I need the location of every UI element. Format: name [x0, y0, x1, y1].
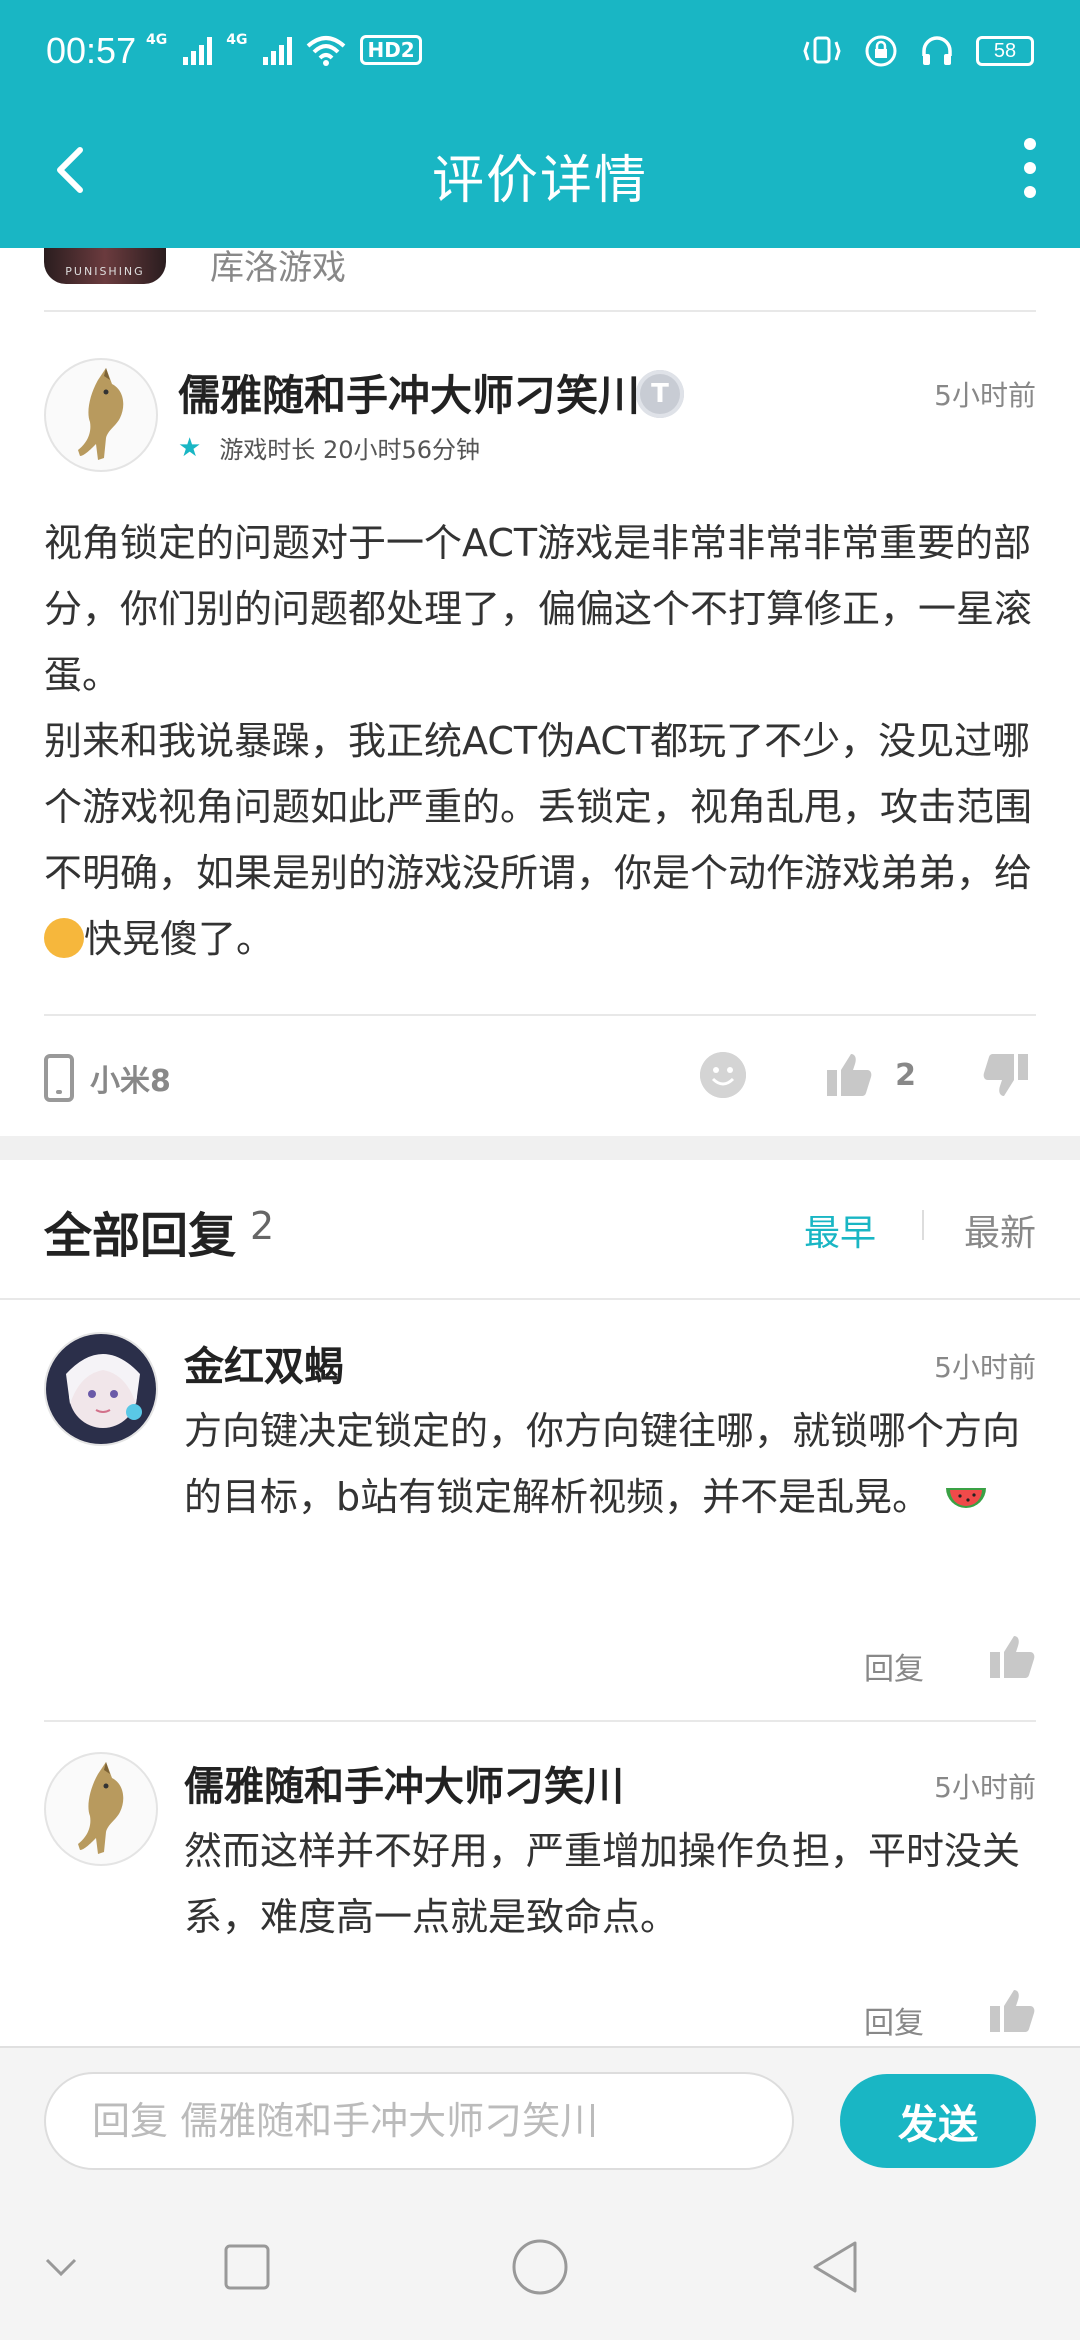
star-icon: ★: [178, 432, 202, 463]
thumbs-up-icon[interactable]: [988, 1634, 1036, 1680]
emoji-reaction-icon[interactable]: [700, 1052, 746, 1098]
reply-button[interactable]: 回复: [864, 1998, 924, 2042]
device-name: 小米8: [90, 1064, 171, 1099]
thumbs-down-icon[interactable]: [982, 1052, 1030, 1098]
divider: [0, 1298, 1080, 1300]
reply-author[interactable]: 金红双蝎: [184, 1334, 344, 1392]
thumbs-up-icon: [827, 1054, 872, 1096]
phone-icon: [44, 1054, 74, 1102]
network-type-2: 4G: [226, 32, 248, 48]
replies-heading: 全部回复: [44, 1208, 237, 1264]
review-body: 视角锁定的问题对于一个ACT游戏是非常非常非常重要的部分，你们别的问题都处理了，…: [44, 510, 1034, 972]
reply-text: 方向键决定锁定的，你方向键往哪，就锁哪个方向的目标，b站有锁定解析视频，并不是乱…: [184, 1398, 1034, 1530]
thumbs-up-icon[interactable]: [988, 1988, 1036, 2034]
network-indicators: 4G 4G HD2: [146, 32, 422, 66]
network-type-1: 4G: [146, 32, 168, 48]
reply-button[interactable]: 回复: [864, 1644, 924, 1688]
section-separator: [0, 1136, 1080, 1160]
reply-compose-bar: 回复 儒雅随和手冲大师刁笑川 发送: [0, 2046, 1080, 2192]
vibrate-icon: [803, 36, 841, 64]
back-nav-icon[interactable]: [800, 2232, 870, 2302]
headphones-icon: [922, 36, 952, 65]
system-navigation-bar: [0, 2192, 1080, 2340]
reply-time: 5小时前: [934, 1771, 1036, 1804]
replies-header: 全部回复 2 最早 最新: [44, 1196, 1036, 1276]
reply-time: 5小时前: [934, 1351, 1036, 1384]
reply-author[interactable]: 儒雅随和手冲大师刁笑川: [184, 1754, 624, 1812]
reply-text-content: 方向键决定锁定的，你方向键往哪，就锁哪个方向的目标，b站有锁定解析视频，并不是乱…: [184, 1409, 1021, 1519]
sort-separator: [922, 1210, 924, 1240]
reply-text: 然而这样并不好用，严重增加操作负担，平时没关系，难度高一点就是致命点。: [184, 1829, 1021, 1939]
app-header: 评价详情: [0, 110, 1080, 248]
status-bar: 00:57 4G 4G HD2 58: [0, 0, 1080, 110]
top-bar: 00:57 4G 4G HD2 58 评价详情: [0, 0, 1080, 248]
reviewer-avatar[interactable]: [44, 358, 158, 472]
reply-avatar[interactable]: [44, 1752, 158, 1866]
user-level-badge: T: [636, 370, 684, 418]
divider: [44, 310, 1036, 312]
review-actions: 小米8 2: [44, 1040, 1036, 1120]
system-indicators: 58: [802, 34, 1034, 68]
reviewer-name[interactable]: 儒雅随和手冲大师刁笑川: [178, 362, 640, 423]
game-info[interactable]: PUNISHING 库洛游戏: [0, 240, 1080, 312]
status-time: 00:57: [46, 30, 137, 71]
review-text-part1: 视角锁定的问题对于一个ACT游戏是非常非常非常重要的部分，你们别的问题都处理了，…: [44, 521, 1033, 895]
collapse-icon[interactable]: [26, 2232, 96, 2302]
face-emoji-icon: [44, 917, 84, 958]
like-button[interactable]: 2: [825, 1052, 916, 1098]
home-icon[interactable]: [505, 2232, 575, 2302]
signal-icon: [263, 35, 293, 65]
like-count: 2: [895, 1057, 916, 1093]
divider: [44, 1720, 1036, 1722]
game-thumbnail-text: PUNISHING: [65, 265, 145, 278]
divider: [44, 1014, 1036, 1016]
sort-earliest-tab[interactable]: 最早: [804, 1204, 876, 1256]
replies-count: 2: [250, 1204, 275, 1248]
review-detail-screen: 00:57 4G 4G HD2 58 评价详情 PUNISHING 库洛游戏 儒…: [0, 0, 1080, 2340]
send-button[interactable]: 发送: [840, 2074, 1036, 2168]
page-title: 评价详情: [431, 151, 648, 211]
reply-input[interactable]: 回复 儒雅随和手冲大师刁笑川: [44, 2072, 794, 2170]
reply-avatar[interactable]: [44, 1332, 158, 1446]
play-time: ★ 游戏时长 20小时56分钟: [178, 430, 480, 465]
hd-indicator: HD2: [360, 35, 422, 65]
signal-icon: [183, 35, 213, 65]
lock-rotation-icon: [865, 35, 897, 67]
battery-indicator: 58: [976, 36, 1034, 66]
recent-apps-icon[interactable]: [212, 2232, 282, 2302]
more-options-icon[interactable]: [1020, 138, 1040, 198]
review-time: 5小时前: [934, 379, 1036, 412]
watermelon-emoji-icon: [946, 1487, 987, 1508]
play-time-text: 游戏时长 20小时56分钟: [219, 436, 481, 464]
wifi-icon: [307, 36, 346, 66]
sort-newest-tab[interactable]: 最新: [964, 1204, 1036, 1256]
review-text-part2: 快晃傻了。: [84, 917, 275, 961]
device-info: 小米8: [44, 1054, 171, 1102]
